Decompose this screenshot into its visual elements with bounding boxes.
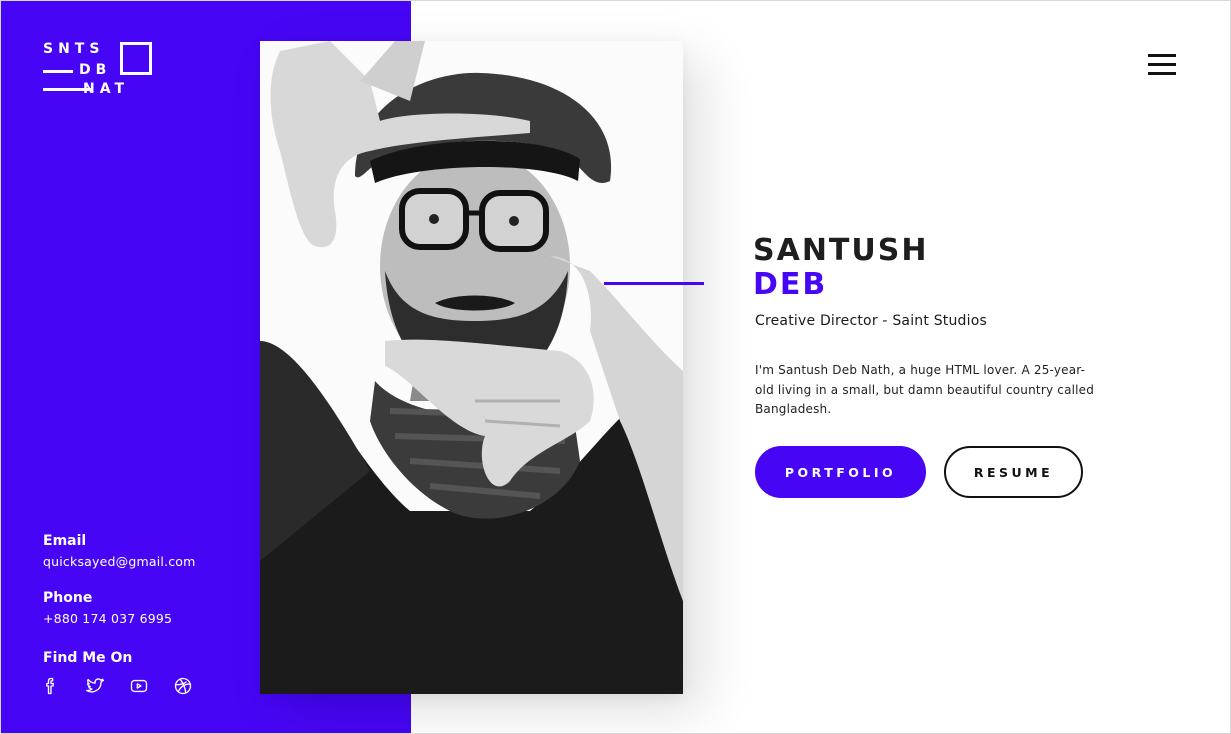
resume-button[interactable]: RESUME [944,446,1083,498]
hero-role: Creative Director - Saint Studios [755,313,987,329]
contact-email: Email quicksayed@gmail.com [43,532,196,571]
logo[interactable]: SNTS DB NAT [43,41,155,99]
accent-divider [604,282,704,285]
social-label: Find Me On [43,650,133,666]
email-label: Email [43,533,87,549]
contact-social: Find Me On [43,649,132,667]
twitter-icon[interactable] [83,675,107,697]
hero-last-name: DEB [753,267,828,302]
hero-bio: I'm Santush Deb Nath, a huge HTML lover.… [755,363,1095,416]
menu-bar [1148,54,1176,57]
hamburger-menu-icon[interactable] [1148,52,1176,76]
page: SNTS DB NAT Email quicksayed@gmail.com P… [0,0,1231,734]
contact-phone: Phone +880 174 037 6995 [43,589,172,628]
portfolio-button[interactable]: PORTFOLIO [755,446,926,498]
facebook-icon[interactable] [39,675,63,697]
email-link[interactable]: quicksayed@gmail.com [43,553,196,571]
hero-first-name: SANTUSH [753,233,929,268]
social-links [39,675,195,697]
portrait-illustration [260,41,683,694]
logo-text-line3: NAT [83,81,130,97]
phone-link[interactable]: +880 174 037 6995 [43,610,172,628]
logo-bar [43,70,73,73]
menu-bar [1148,72,1176,75]
logo-text-line2: DB [79,62,112,78]
portrait-photo [260,41,683,694]
logo-text-line1: SNTS [43,41,105,57]
phone-label: Phone [43,590,93,606]
dribbble-icon[interactable] [171,675,195,697]
menu-bar [1148,63,1176,66]
youtube-icon[interactable] [127,675,151,697]
logo-square [120,42,152,75]
